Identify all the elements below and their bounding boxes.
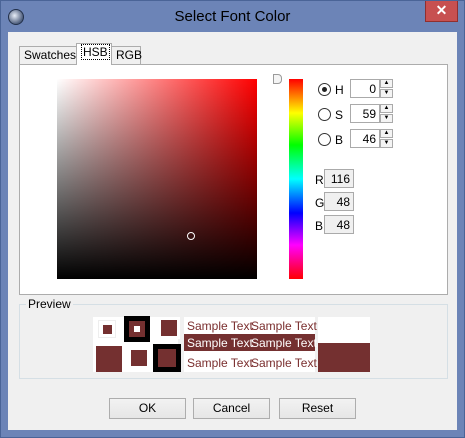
s-increment-button[interactable]: ▲: [380, 104, 393, 113]
preview-block-color: [318, 343, 370, 372]
tab-rgb[interactable]: RGB: [111, 46, 143, 64]
preview-sample-text: Sample Text: [251, 356, 317, 370]
saturation-brightness-picker[interactable]: [57, 79, 257, 279]
close-button[interactable]: ✕: [425, 1, 458, 22]
s-spinner: ▲ ▼: [380, 104, 393, 123]
h-field[interactable]: 0: [350, 79, 380, 98]
b-value: 48: [324, 215, 354, 234]
ok-button[interactable]: OK: [109, 398, 186, 419]
label-s: S: [335, 108, 344, 122]
label-h: H: [335, 83, 344, 97]
preview-swatch-black-frame: [124, 316, 150, 342]
preview-swatch-solid-large: [96, 346, 122, 372]
preview-sample-text: Sample Text: [251, 319, 317, 333]
hue-slider[interactable]: [289, 79, 303, 279]
hue-slider-thumb[interactable]: [273, 74, 282, 84]
preview-swatch-solid-small: [131, 350, 147, 366]
reset-button[interactable]: Reset: [279, 398, 356, 419]
dialog-window: Select Font Color ✕ Swatches HSB RGB H 0…: [0, 0, 465, 438]
radio-s[interactable]: [318, 108, 331, 121]
cancel-button[interactable]: Cancel: [193, 398, 270, 419]
preview-swatch-black-border: [153, 344, 181, 372]
g-value: 48: [324, 192, 354, 211]
label-b: B: [335, 133, 344, 147]
preview-sample-text: Sample Text: [187, 319, 253, 333]
label-b-readout: B: [315, 219, 324, 233]
radio-b[interactable]: [318, 133, 331, 146]
preview-sample-text: Sample Text: [187, 356, 253, 370]
radio-h[interactable]: [318, 83, 331, 96]
b-spinner: ▲ ▼: [380, 129, 393, 148]
preview-sample-text-inverse: Sample Text: [187, 336, 253, 350]
h-increment-button[interactable]: ▲: [380, 79, 393, 88]
s-decrement-button[interactable]: ▼: [380, 114, 393, 123]
color-picker-marker[interactable]: [187, 232, 195, 240]
tab-swatches[interactable]: Swatches: [19, 46, 77, 64]
preview-block-white: [318, 317, 370, 343]
label-r: R: [315, 173, 324, 187]
tab-hsb-label: HSB: [81, 44, 110, 60]
h-spinner: ▲ ▼: [380, 79, 393, 98]
tab-hsb[interactable]: HSB: [76, 43, 112, 65]
r-value: 116: [324, 169, 354, 188]
preview-sample-text-inverse: Sample Text: [251, 336, 317, 350]
label-g: G: [315, 196, 325, 210]
dialog-body: Swatches HSB RGB H 0 ▲ ▼ S 59 ▲ ▼ B 46 ▲…: [8, 32, 457, 430]
window-title: Select Font Color: [174, 8, 291, 25]
tab-rgb-label: RGB: [116, 48, 143, 62]
close-icon: ✕: [435, 2, 448, 18]
b-increment-button[interactable]: ▲: [380, 129, 393, 138]
h-decrement-button[interactable]: ▼: [380, 89, 393, 98]
preview-label: Preview: [26, 297, 73, 311]
preview-swatch-plain: [158, 317, 180, 339]
b-field[interactable]: 46: [350, 129, 380, 148]
b-decrement-button[interactable]: ▼: [380, 139, 393, 148]
s-field[interactable]: 59: [350, 104, 380, 123]
title-bar[interactable]: Select Font Color ✕: [1, 1, 464, 32]
preview-swatch-small-white: [98, 320, 116, 338]
tab-swatches-label: Swatches: [24, 48, 77, 62]
